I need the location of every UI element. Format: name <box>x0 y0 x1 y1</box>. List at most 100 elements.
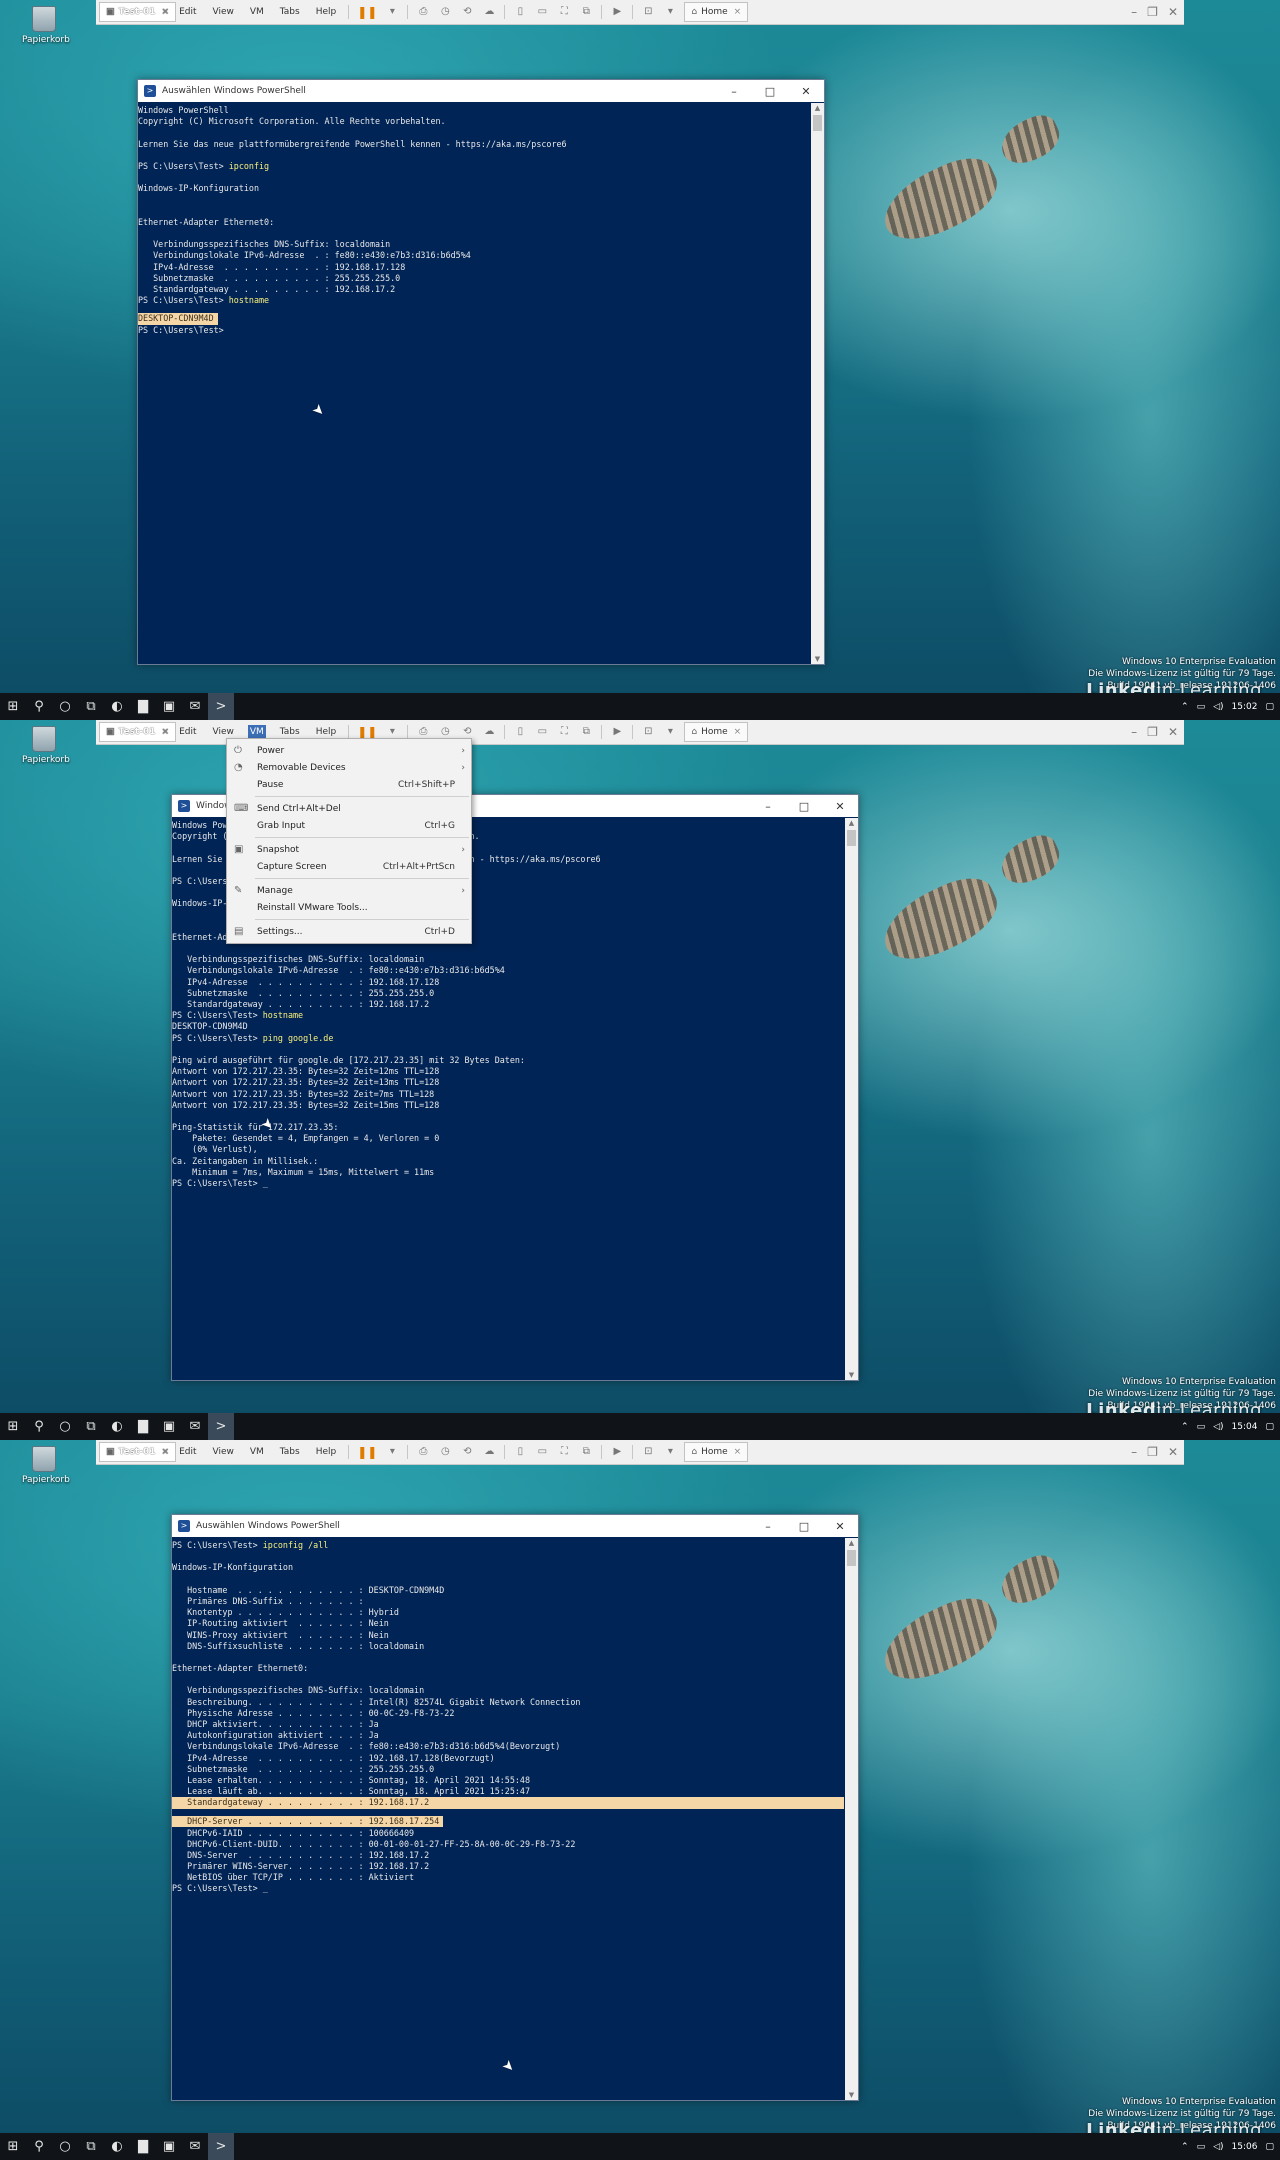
powershell-taskbar-icon[interactable]: > <box>208 1413 234 1440</box>
pause-icon[interactable]: ❚❚ <box>357 1445 377 1459</box>
chevron-up-icon[interactable]: ⌃ <box>1181 702 1189 712</box>
mail-icon[interactable]: ✉ <box>182 699 208 714</box>
menu-tabs[interactable]: Tabs <box>278 5 302 19</box>
recycle-bin-shortcut[interactable]: Papierkorb <box>22 726 70 765</box>
store-icon[interactable]: ▣ <box>156 1419 182 1434</box>
scroll-up-icon[interactable]: ▲ <box>845 1538 858 1548</box>
maximize-icon[interactable]: □ <box>786 800 822 813</box>
minimize-icon[interactable]: – <box>750 800 786 813</box>
send-keys-icon[interactable]: ⎙ <box>417 726 429 738</box>
menu-tabs[interactable]: Tabs <box>278 1445 302 1459</box>
maximize-icon[interactable]: □ <box>752 85 788 98</box>
tab-test-01[interactable]: ▣ Test-01 × <box>99 1442 177 1462</box>
sidebar-icon[interactable]: ▯ <box>514 1446 526 1458</box>
close-icon[interactable]: ✕ <box>822 800 858 813</box>
view-icon[interactable]: ⊡ <box>642 1446 654 1458</box>
menu-item-power[interactable]: ⏻ Power › <box>227 742 471 759</box>
thumbnail-icon[interactable]: ▭ <box>536 1446 548 1458</box>
chevron-down-icon[interactable]: ▾ <box>664 6 676 18</box>
recycle-bin-shortcut[interactable]: Papierkorb <box>22 1446 70 1485</box>
maximize-icon[interactable]: □ <box>786 1520 822 1533</box>
menu-item-grab-input[interactable]: Grab Input Ctrl+G <box>227 817 471 834</box>
fullscreen-icon[interactable]: ⛶ <box>558 6 570 18</box>
edge-icon[interactable]: ◐ <box>104 699 130 714</box>
menu-tabs[interactable]: Tabs <box>278 725 302 739</box>
task-view-icon[interactable]: ⧉ <box>78 699 104 714</box>
notification-icon[interactable]: ▢ <box>1265 2142 1274 2152</box>
menu-view[interactable]: View <box>211 725 236 739</box>
revert-snapshot-icon[interactable]: ⟲ <box>461 1446 473 1458</box>
cortana-icon[interactable]: ○ <box>52 2139 78 2154</box>
revert-snapshot-icon[interactable]: ⟲ <box>461 6 473 18</box>
maximize-icon[interactable]: ❐ <box>1147 1445 1158 1459</box>
send-keys-icon[interactable]: ⎙ <box>417 1446 429 1458</box>
explorer-icon[interactable]: ▇ <box>130 2139 156 2154</box>
chevron-up-icon[interactable]: ⌃ <box>1181 2142 1189 2152</box>
scrollbar[interactable]: ▲ ▼ <box>845 1538 858 2100</box>
menu-view[interactable]: View <box>211 5 236 19</box>
recycle-bin-shortcut[interactable]: Papierkorb <box>22 6 70 45</box>
maximize-icon[interactable]: ❐ <box>1147 5 1158 19</box>
snapshot-manager-icon[interactable]: ☁ <box>483 726 495 738</box>
store-icon[interactable]: ▣ <box>156 699 182 714</box>
console-icon[interactable]: ▶ <box>611 726 623 738</box>
tab-home[interactable]: ⌂ Home × <box>684 2 749 22</box>
close-icon[interactable]: ✕ <box>822 1520 858 1533</box>
snapshot-manager-icon[interactable]: ☁ <box>483 1446 495 1458</box>
volume-icon[interactable]: ◁) <box>1213 702 1223 712</box>
view-icon[interactable]: ⊡ <box>642 726 654 738</box>
network-icon[interactable]: ▭ <box>1197 702 1206 712</box>
menu-help[interactable]: Help <box>314 5 339 19</box>
clock[interactable]: 15:06 <box>1232 2142 1258 2152</box>
cortana-icon[interactable]: ○ <box>52 1419 78 1434</box>
chevron-up-icon[interactable]: ⌃ <box>1181 1422 1189 1432</box>
start-icon[interactable]: ⊞ <box>0 699 26 714</box>
minimize-icon[interactable]: – <box>1131 1445 1137 1459</box>
pause-icon[interactable]: ❚❚ <box>357 725 377 739</box>
sidebar-icon[interactable]: ▯ <box>514 726 526 738</box>
close-icon[interactable]: ✕ <box>1168 1445 1178 1459</box>
task-view-icon[interactable]: ⧉ <box>78 1419 104 1434</box>
powershell-window[interactable]: > Auswählen Windows PowerShell – □ ✕ Windows … <box>137 79 825 665</box>
view-icon[interactable]: ⊡ <box>642 6 654 18</box>
volume-icon[interactable]: ◁) <box>1213 1422 1223 1432</box>
close-icon[interactable]: × <box>734 727 742 737</box>
snapshot-manager-icon[interactable]: ☁ <box>483 6 495 18</box>
clock[interactable]: 15:04 <box>1232 1422 1258 1432</box>
minimize-icon[interactable]: – <box>1131 725 1137 739</box>
menu-item-send-ctrl-alt-del[interactable]: ⌨ Send Ctrl+Alt+Del <box>227 800 471 817</box>
tab-home[interactable]: ⌂ Home × <box>684 722 749 742</box>
mail-icon[interactable]: ✉ <box>182 2139 208 2154</box>
revert-snapshot-icon[interactable]: ⟲ <box>461 726 473 738</box>
fullscreen-icon[interactable]: ⛶ <box>558 726 570 738</box>
window-titlebar[interactable]: > Auswählen Windows PowerShell – □ ✕ <box>138 80 824 102</box>
pause-icon[interactable]: ❚❚ <box>357 5 377 19</box>
powershell-taskbar-icon[interactable]: > <box>208 2133 234 2160</box>
console-output[interactable]: PS C:\Users\Test> ipconfig /all Windows-I… <box>172 1538 844 2100</box>
cortana-icon[interactable]: ○ <box>52 699 78 714</box>
tab-home[interactable]: ⌂ Home × <box>684 1442 749 1462</box>
thumbnail-icon[interactable]: ▭ <box>536 726 548 738</box>
menu-edit[interactable]: Edit <box>177 1445 198 1459</box>
edge-icon[interactable]: ◐ <box>104 2139 130 2154</box>
scroll-thumb[interactable] <box>847 830 856 846</box>
menu-item-settings[interactable]: ▤ Settings... Ctrl+D <box>227 923 471 940</box>
fullscreen-icon[interactable]: ⛶ <box>558 1446 570 1458</box>
menu-item-pause[interactable]: Pause Ctrl+Shift+P <box>227 776 471 793</box>
window-titlebar[interactable]: > Auswählen Windows PowerShell – □ ✕ <box>172 1515 858 1537</box>
start-icon[interactable]: ⊞ <box>0 1419 26 1434</box>
scroll-thumb[interactable] <box>813 115 822 131</box>
volume-icon[interactable]: ◁) <box>1213 2142 1223 2152</box>
thumbnail-icon[interactable]: ▭ <box>536 6 548 18</box>
close-icon[interactable]: × <box>161 727 169 737</box>
menu-edit[interactable]: Edit <box>177 5 198 19</box>
scroll-down-icon[interactable]: ▼ <box>845 2090 858 2100</box>
minimize-icon[interactable]: – <box>1131 5 1137 19</box>
unity-icon[interactable]: ⧉ <box>580 6 592 18</box>
network-icon[interactable]: ▭ <box>1197 1422 1206 1432</box>
edge-icon[interactable]: ◐ <box>104 1419 130 1434</box>
store-icon[interactable]: ▣ <box>156 2139 182 2154</box>
explorer-icon[interactable]: ▇ <box>130 1419 156 1434</box>
scroll-thumb[interactable] <box>847 1550 856 1566</box>
close-icon[interactable]: × <box>161 7 169 17</box>
